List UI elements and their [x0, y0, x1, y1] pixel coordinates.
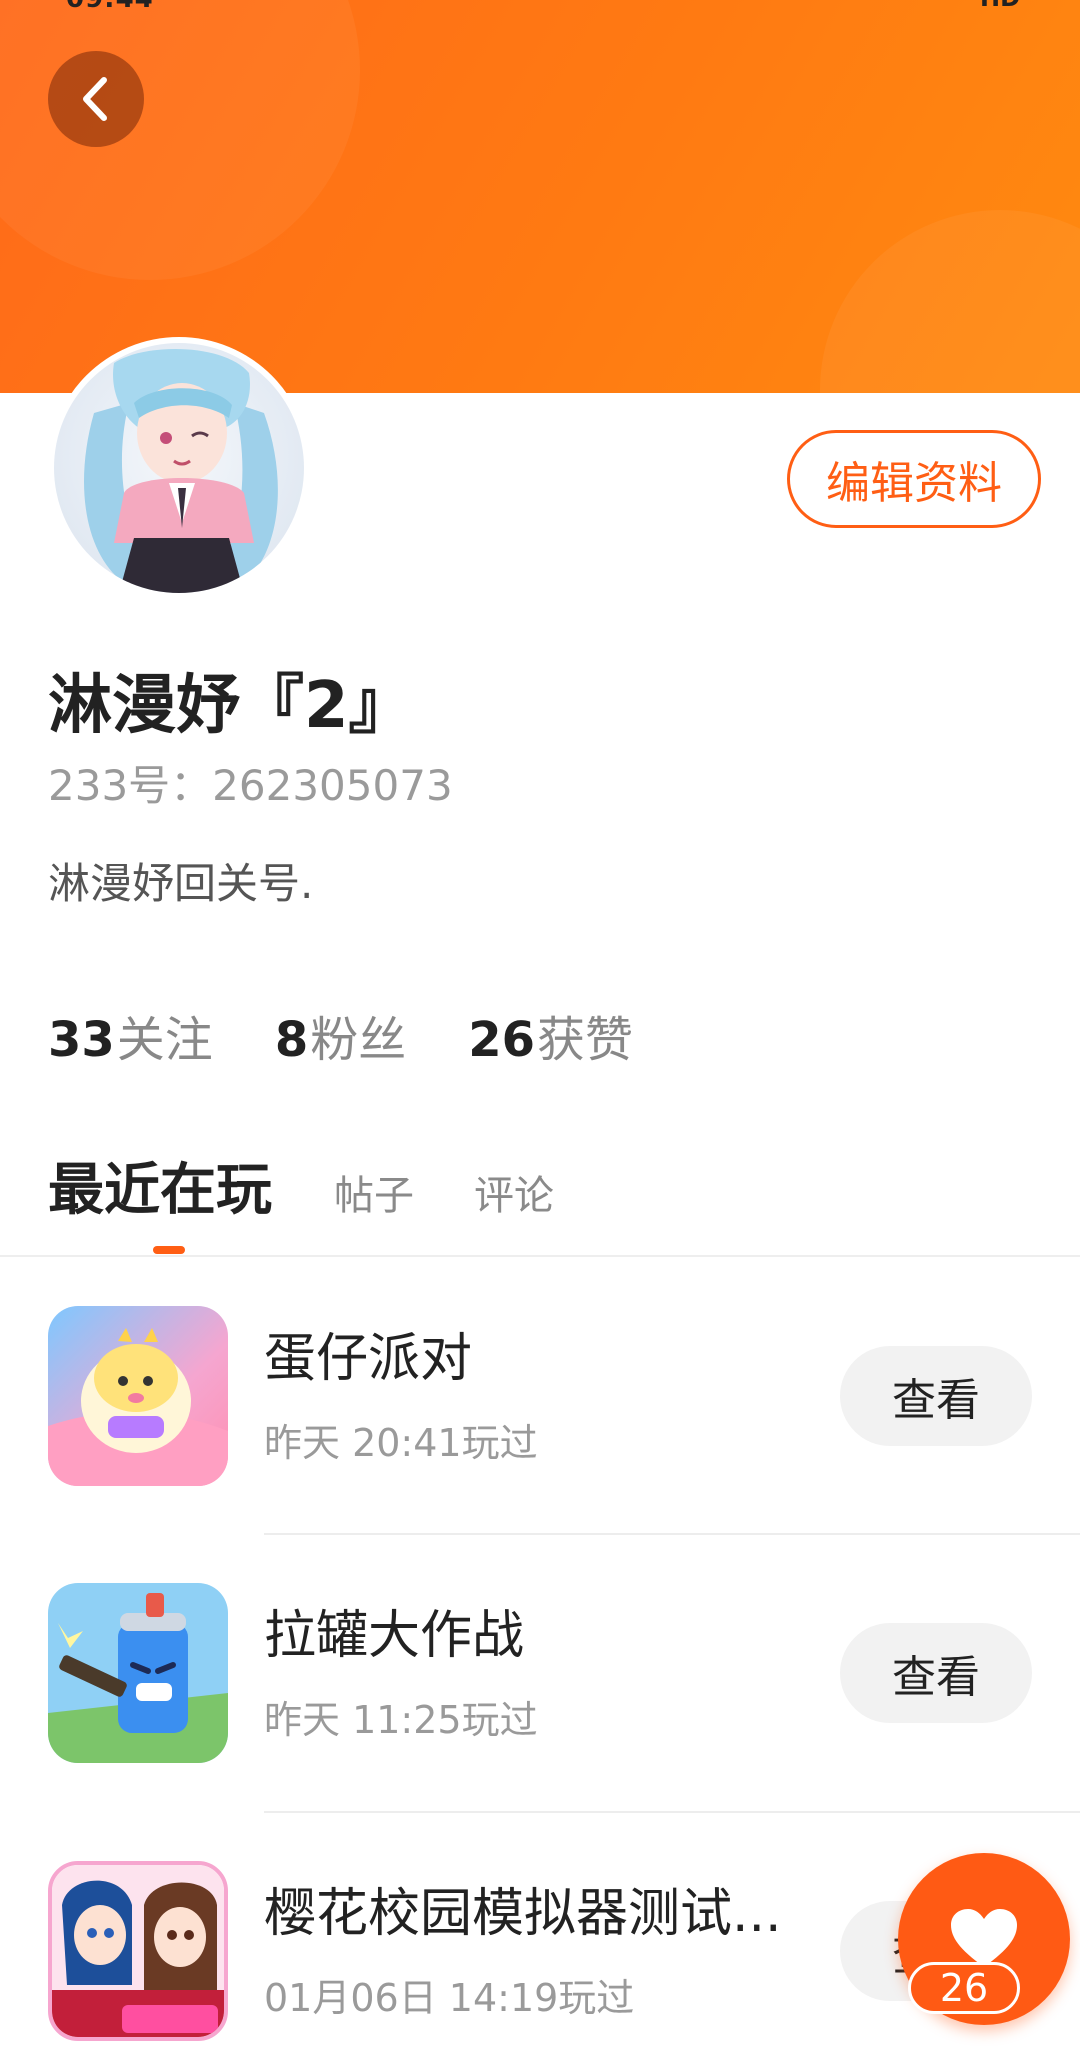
game-icon: [48, 1861, 228, 2041]
stats-bar: 33 关注 8 粉丝 26 获赞: [48, 1000, 695, 1070]
stat-number: 33: [48, 1012, 115, 1068]
divider: [264, 1811, 1080, 1813]
stat-likes[interactable]: 26 获赞: [468, 1000, 633, 1070]
tab-posts[interactable]: 帖子: [334, 1163, 414, 1221]
game-name: 蛋仔派对: [264, 1329, 473, 1389]
tab-indicator: [153, 1246, 185, 1254]
stat-following[interactable]: 33 关注: [48, 1000, 213, 1070]
stat-followers[interactable]: 8 粉丝: [275, 1000, 406, 1070]
chevron-left-icon: [83, 77, 107, 121]
view-button[interactable]: 查看: [840, 1346, 1032, 1446]
game-icon: [48, 1583, 228, 1763]
profile-header-background: [0, 0, 1080, 393]
back-button[interactable]: [48, 51, 144, 147]
edit-profile-button[interactable]: 编辑资料: [787, 430, 1041, 528]
stat-label: 粉丝: [310, 1012, 407, 1068]
last-played-time: 昨天 20:41玩过: [264, 1421, 538, 1465]
tab-recent-played[interactable]: 最近在玩: [48, 1145, 272, 1226]
avatar-image: [54, 343, 304, 593]
stat-number: 26: [468, 1012, 536, 1068]
last-played-time: 昨天 11:25玩过: [264, 1698, 538, 1742]
like-count-badge: 26: [908, 1962, 1020, 2014]
divider: [264, 1533, 1080, 1535]
game-name: 拉罐大作战: [264, 1606, 525, 1666]
stat-label: 获赞: [537, 1012, 634, 1068]
view-button[interactable]: 查看: [840, 1623, 1032, 1723]
avatar[interactable]: [54, 343, 304, 593]
network-type: HD: [980, 0, 1020, 12]
divider: [0, 1255, 1080, 1257]
status-time: 09:44: [66, 0, 154, 14]
status-bar: 09:44 HD: [0, 0, 1080, 16]
header-decoration: [820, 210, 1080, 393]
game-icon: [48, 1306, 228, 1486]
list-item[interactable]: 蛋仔派对 昨天 20:41玩过 查看: [0, 1306, 1080, 1506]
user-id: 233号：262305073: [48, 761, 453, 810]
last-played-time: 01月06日 14:19玩过: [264, 1976, 635, 2020]
list-item[interactable]: 拉罐大作战 昨天 11:25玩过 查看: [0, 1583, 1080, 1783]
header-decoration: [0, 0, 360, 280]
game-name: 樱花校园模拟器测试...: [264, 1884, 782, 1944]
status-indicators: HD: [980, 0, 1020, 12]
stat-number: 8: [274, 1012, 309, 1068]
tab-bar: 最近在玩 帖子 评论: [48, 1145, 614, 1226]
nickname: 淋漫妤『2』: [48, 669, 413, 743]
stat-label: 关注: [116, 1012, 213, 1068]
tab-comments[interactable]: 评论: [474, 1163, 554, 1221]
bio: 淋漫妤回关号.: [48, 859, 314, 908]
